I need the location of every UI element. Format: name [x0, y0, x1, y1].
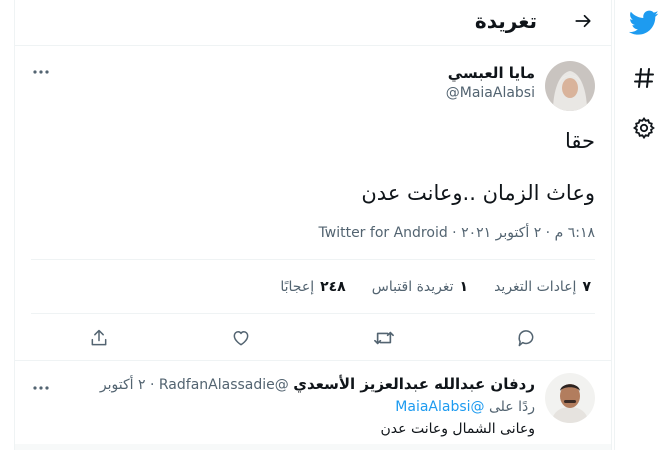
settings-link[interactable]: [615, 108, 672, 148]
reply-icon: [516, 328, 536, 352]
retweets-stat[interactable]: ٧ إعادات التغريد: [494, 279, 591, 295]
replying-to-mention[interactable]: @MaiaAlabsi: [395, 399, 484, 415]
hashtag-icon: [632, 66, 656, 90]
tweet-text-line: حقا: [564, 129, 595, 153]
stat-label: إعجابًا: [280, 279, 315, 295]
tweet-text-line: وعاث الزمان ..وعانت عدن: [361, 181, 595, 205]
stat-label: إعادات التغريد: [494, 279, 577, 295]
reply-date[interactable]: ٢ أكتوبر: [100, 377, 146, 393]
tweet-text: حقا وعاث الزمان ..وعانت عدن: [361, 127, 595, 207]
reply-author-avatar[interactable]: [545, 373, 595, 423]
reply-author-name[interactable]: ردفان عبدالله عبدالعزيز الأسعدي: [293, 375, 535, 393]
main-tweet: مايا العبسي @MaiaAlabsi حقا وعاث الزمان …: [15, 47, 611, 359]
reply-header: ردفان عبدالله عبدالعزيز الأسعدي @RadfanA…: [99, 375, 535, 393]
retweet-button[interactable]: [371, 327, 397, 353]
arrow-right-icon: [574, 12, 592, 34]
explore-link[interactable]: [615, 58, 672, 98]
bottom-strip: [15, 444, 611, 450]
tweet-metadata: ٦:١٨ م · ٢ أكتوبر ٢٠٢١ · Twitter for And…: [318, 225, 595, 241]
stat-count: ١: [459, 279, 469, 295]
retweet-icon: [373, 328, 395, 352]
likes-stat[interactable]: ٢٤٨ إعجابًا: [280, 279, 345, 295]
more-options-button[interactable]: [31, 61, 51, 75]
share-button[interactable]: [86, 327, 112, 353]
like-icon: [231, 328, 251, 352]
reply-tweet[interactable]: ردفان عبدالله عبدالعزيز الأسعدي @RadfanA…: [15, 361, 611, 450]
page-header: تغريدة: [15, 0, 611, 46]
more-dots-icon: [33, 375, 49, 394]
twitter-bird-icon: [629, 10, 659, 36]
more-dots-icon: [33, 59, 49, 78]
author-name[interactable]: مايا العبسي: [448, 64, 535, 82]
author-handle[interactable]: @MaiaAlabsi: [446, 85, 535, 101]
twitter-home-link[interactable]: [615, 3, 672, 43]
stat-count: ٢٤٨: [320, 279, 346, 295]
author-avatar[interactable]: [545, 61, 595, 111]
page-title: تغريدة: [474, 9, 537, 33]
tweet-stats: ٧ إعادات التغريد ١ تغريدة اقتباس ٢٤٨ إعجابً…: [254, 279, 591, 295]
tweet-time[interactable]: ٦:١٨ م: [555, 225, 595, 241]
quote-tweets-stat[interactable]: ١ تغريدة اقتباس: [372, 279, 468, 295]
tweet-actions: [15, 327, 611, 353]
back-button[interactable]: [569, 9, 597, 37]
reply-button[interactable]: [513, 327, 539, 353]
divider: [31, 313, 595, 314]
icon-rail: [614, 0, 672, 450]
divider: [31, 259, 595, 260]
stat-label: تغريدة اقتباس: [371, 279, 454, 295]
stat-count: ٧: [582, 279, 591, 295]
tweet-date[interactable]: ٢ أكتوبر ٢٠٢١: [461, 225, 541, 241]
replying-to: ردًا على @MaiaAlabsi: [395, 399, 535, 415]
replying-prefix: ردًا على: [489, 399, 535, 415]
gear-icon: [632, 116, 656, 140]
reply-author-handle[interactable]: @RadfanAlassadie: [159, 377, 289, 393]
tweet-source[interactable]: Twitter for Android: [319, 225, 448, 241]
reply-text: وعانى الشمال وعانت عدن: [380, 421, 535, 437]
tweet-detail-column: تغريدة مايا العبسي @MaiaAlabsi حقا وعاث …: [14, 0, 612, 450]
share-icon: [89, 328, 109, 352]
reply-more-options-button[interactable]: [31, 377, 51, 391]
like-button[interactable]: [228, 327, 254, 353]
